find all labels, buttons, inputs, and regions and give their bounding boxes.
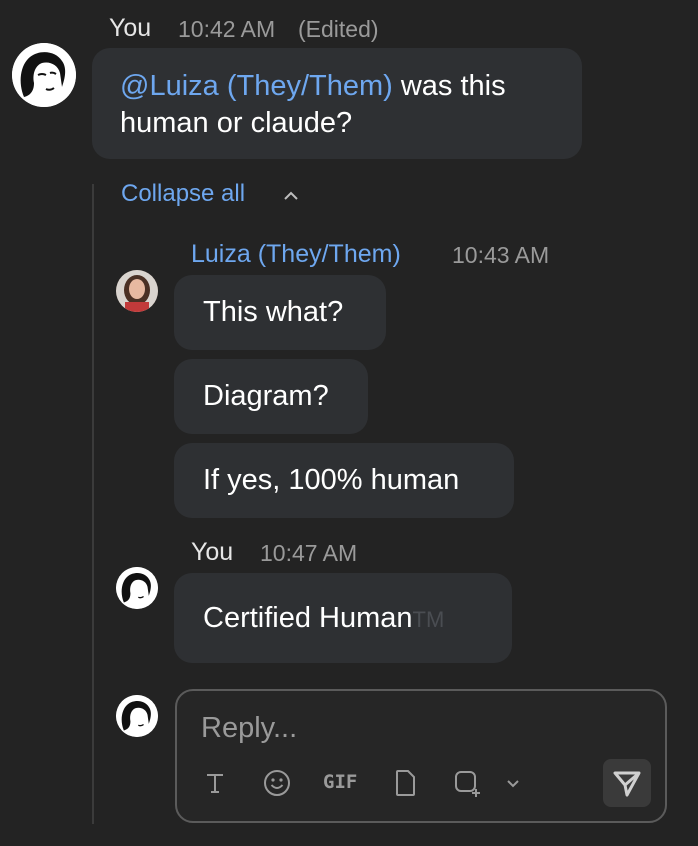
add-media-icon[interactable] bbox=[451, 767, 483, 799]
author-name[interactable]: You bbox=[109, 14, 151, 43]
chevron-down-icon[interactable] bbox=[503, 767, 523, 799]
text-format-icon[interactable] bbox=[199, 767, 231, 799]
message-text: This what? bbox=[203, 296, 344, 328]
emoji-icon[interactable] bbox=[261, 767, 293, 799]
message-bubble: Certified HumanTM bbox=[174, 573, 512, 663]
avatar[interactable] bbox=[116, 567, 158, 609]
message-bubble: Diagram? bbox=[174, 359, 368, 434]
reply-input[interactable] bbox=[199, 705, 643, 751]
timestamp: 10:42 AM bbox=[178, 16, 276, 42]
send-button[interactable] bbox=[603, 759, 651, 807]
avatar[interactable] bbox=[116, 270, 158, 312]
timestamp: 10:47 AM bbox=[260, 540, 358, 566]
send-icon bbox=[613, 771, 641, 797]
edited-label: (Edited) bbox=[298, 16, 379, 42]
message-text: If yes, 100% human bbox=[203, 464, 460, 496]
avatar bbox=[116, 695, 158, 737]
message-text: Diagram? bbox=[203, 380, 329, 412]
mention-link[interactable]: @Luiza (They/Them) bbox=[120, 70, 393, 102]
file-icon[interactable] bbox=[389, 767, 421, 799]
collapse-all-button[interactable]: Collapse all bbox=[121, 180, 245, 208]
trademark-mark: TM bbox=[412, 607, 445, 632]
timestamp: 10:43 AM bbox=[452, 242, 550, 268]
thread-line bbox=[92, 184, 94, 824]
message-bubble: This what? bbox=[174, 275, 386, 350]
message-bubble: @Luiza (They/Them) was this human or cla… bbox=[92, 48, 582, 159]
chevron-up-icon[interactable] bbox=[281, 186, 301, 206]
message-bubble: If yes, 100% human bbox=[174, 443, 514, 518]
avatar[interactable] bbox=[12, 43, 76, 107]
message-text: Certified Human bbox=[203, 602, 413, 634]
gif-icon[interactable]: GIF bbox=[323, 771, 358, 803]
gif-label: GIF bbox=[323, 771, 358, 793]
author-name[interactable]: You bbox=[191, 538, 233, 567]
reply-composer: GIF bbox=[175, 689, 667, 823]
author-name[interactable]: Luiza (They/Them) bbox=[191, 240, 401, 269]
